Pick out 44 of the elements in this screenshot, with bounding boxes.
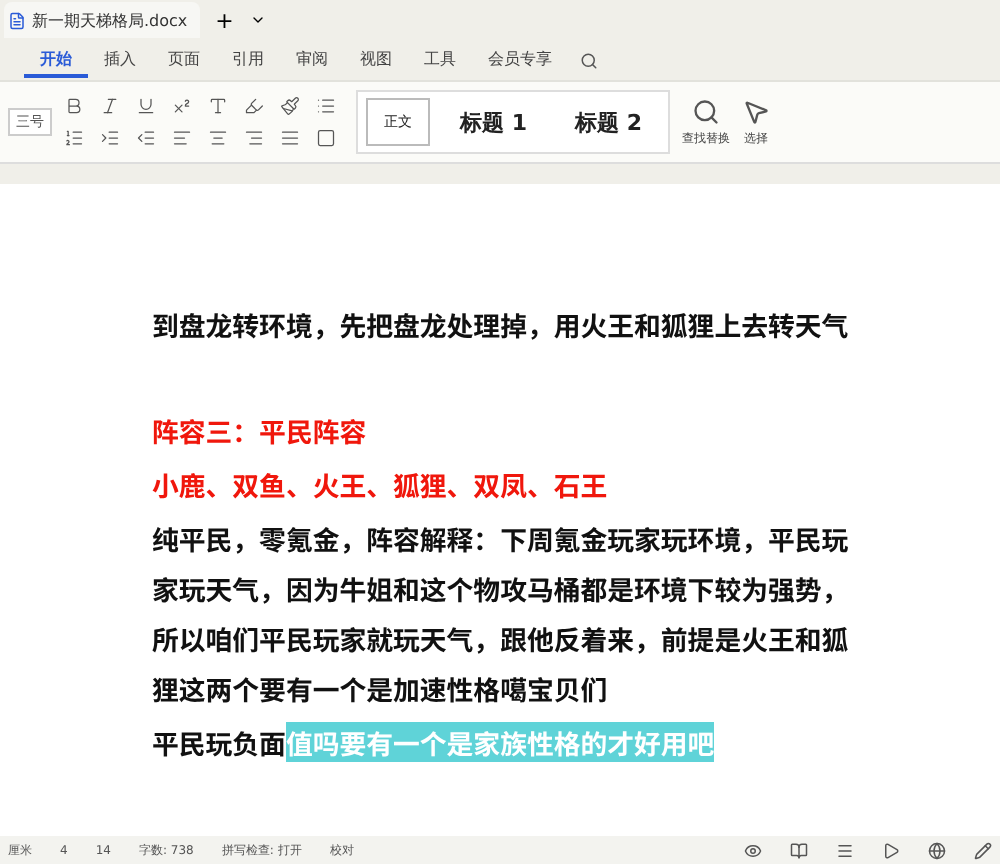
outline-icon[interactable] [836,841,854,859]
format-icon[interactable] [316,96,336,116]
format-icon[interactable] [64,128,84,148]
video-caption: 值吗要有一个是家族性格的才好用吧 [285,722,715,762]
format-icon[interactable] [100,96,120,116]
format-icon[interactable] [316,128,336,148]
document-heading: 阵容三：平民阵容 [152,408,369,454]
format-icon[interactable] [172,96,192,116]
eye-icon[interactable] [744,841,762,859]
ribbon-tab[interactable]: 工具 [408,43,472,77]
style-option[interactable]: 标题 2 [556,93,660,151]
ribbon-tab[interactable]: 引用 [216,43,280,77]
ribbon-tab[interactable]: 会员专享 [472,43,568,77]
play-icon[interactable] [882,841,900,859]
document-heading: 小鹿、双鱼、火王、狐狸、双凤、石王 [152,462,610,508]
ribbon-tab[interactable]: 审阅 [280,43,344,77]
format-icon[interactable] [64,96,84,116]
document-paragraph: 纯平民，零氪金，阵容解释：下周氪金玩家玩环境，平民玩家玩天气，因为牛姐和这个物攻马桶都是环境下较为强势，所以咱们平民玩家就玩天气，跟他反着来，前提是火王和狐狸这两个要有一个是加速性格噶宝贝们 [152,516,849,712]
search-icon[interactable] [691,97,720,125]
document-paragraph: 到盘龙转环境，先把盘龙处理掉，用火王和狐狸上去转天气 [152,302,849,348]
format-icon[interactable] [100,128,120,148]
format-icon[interactable] [208,96,228,116]
page-view-icon[interactable] [790,841,808,859]
ribbon-tab[interactable]: 视图 [344,43,408,77]
format-icon[interactable] [280,128,300,148]
format-icon[interactable] [208,128,228,148]
format-icon[interactable] [280,96,300,116]
search-icon[interactable] [580,51,598,69]
style-option[interactable]: 标题 1 [442,93,545,151]
format-icon[interactable] [136,128,156,148]
document-paragraph: 平民玩负面 [152,720,286,766]
caret-icon[interactable] [249,12,266,28]
format-icon[interactable] [244,96,264,116]
globe-icon[interactable] [928,841,946,859]
document-tab[interactable]: 新一期天梯格局.docx [4,2,200,38]
pencil-icon[interactable] [974,841,992,859]
ribbon-tab[interactable]: 插入 [88,43,152,77]
format-icon[interactable] [136,96,156,116]
document-icon [8,11,26,29]
ribbon-tab[interactable]: 页面 [152,43,216,77]
pointer-icon[interactable] [741,97,770,125]
format-icon[interactable] [244,128,264,148]
new-tab-button[interactable]: + [215,7,234,33]
format-icon[interactable] [172,128,192,148]
